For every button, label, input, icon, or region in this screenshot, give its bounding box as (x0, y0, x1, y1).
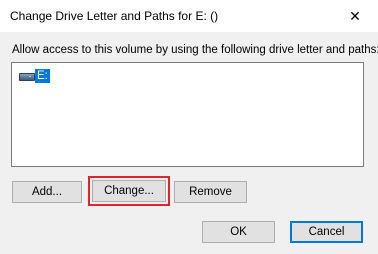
instruction-text: Allow access to this volume by using the… (12, 44, 378, 56)
add-button[interactable]: Add... (12, 181, 82, 203)
title-bar: Change Drive Letter and Paths for E: () … (0, 0, 378, 32)
drive-path-list[interactable]: E: (11, 62, 364, 167)
window-title: Change Drive Letter and Paths for E: () (10, 9, 219, 23)
list-item[interactable]: E: (18, 69, 50, 83)
change-button-highlight (88, 176, 170, 206)
close-button[interactable]: ✕ (332, 0, 378, 32)
ok-button[interactable]: OK (202, 221, 275, 243)
list-item-label: E: (35, 69, 50, 83)
close-icon: ✕ (349, 7, 361, 24)
drive-icon (18, 69, 35, 83)
cancel-button[interactable]: Cancel (290, 221, 363, 243)
remove-button[interactable]: Remove (174, 181, 247, 203)
